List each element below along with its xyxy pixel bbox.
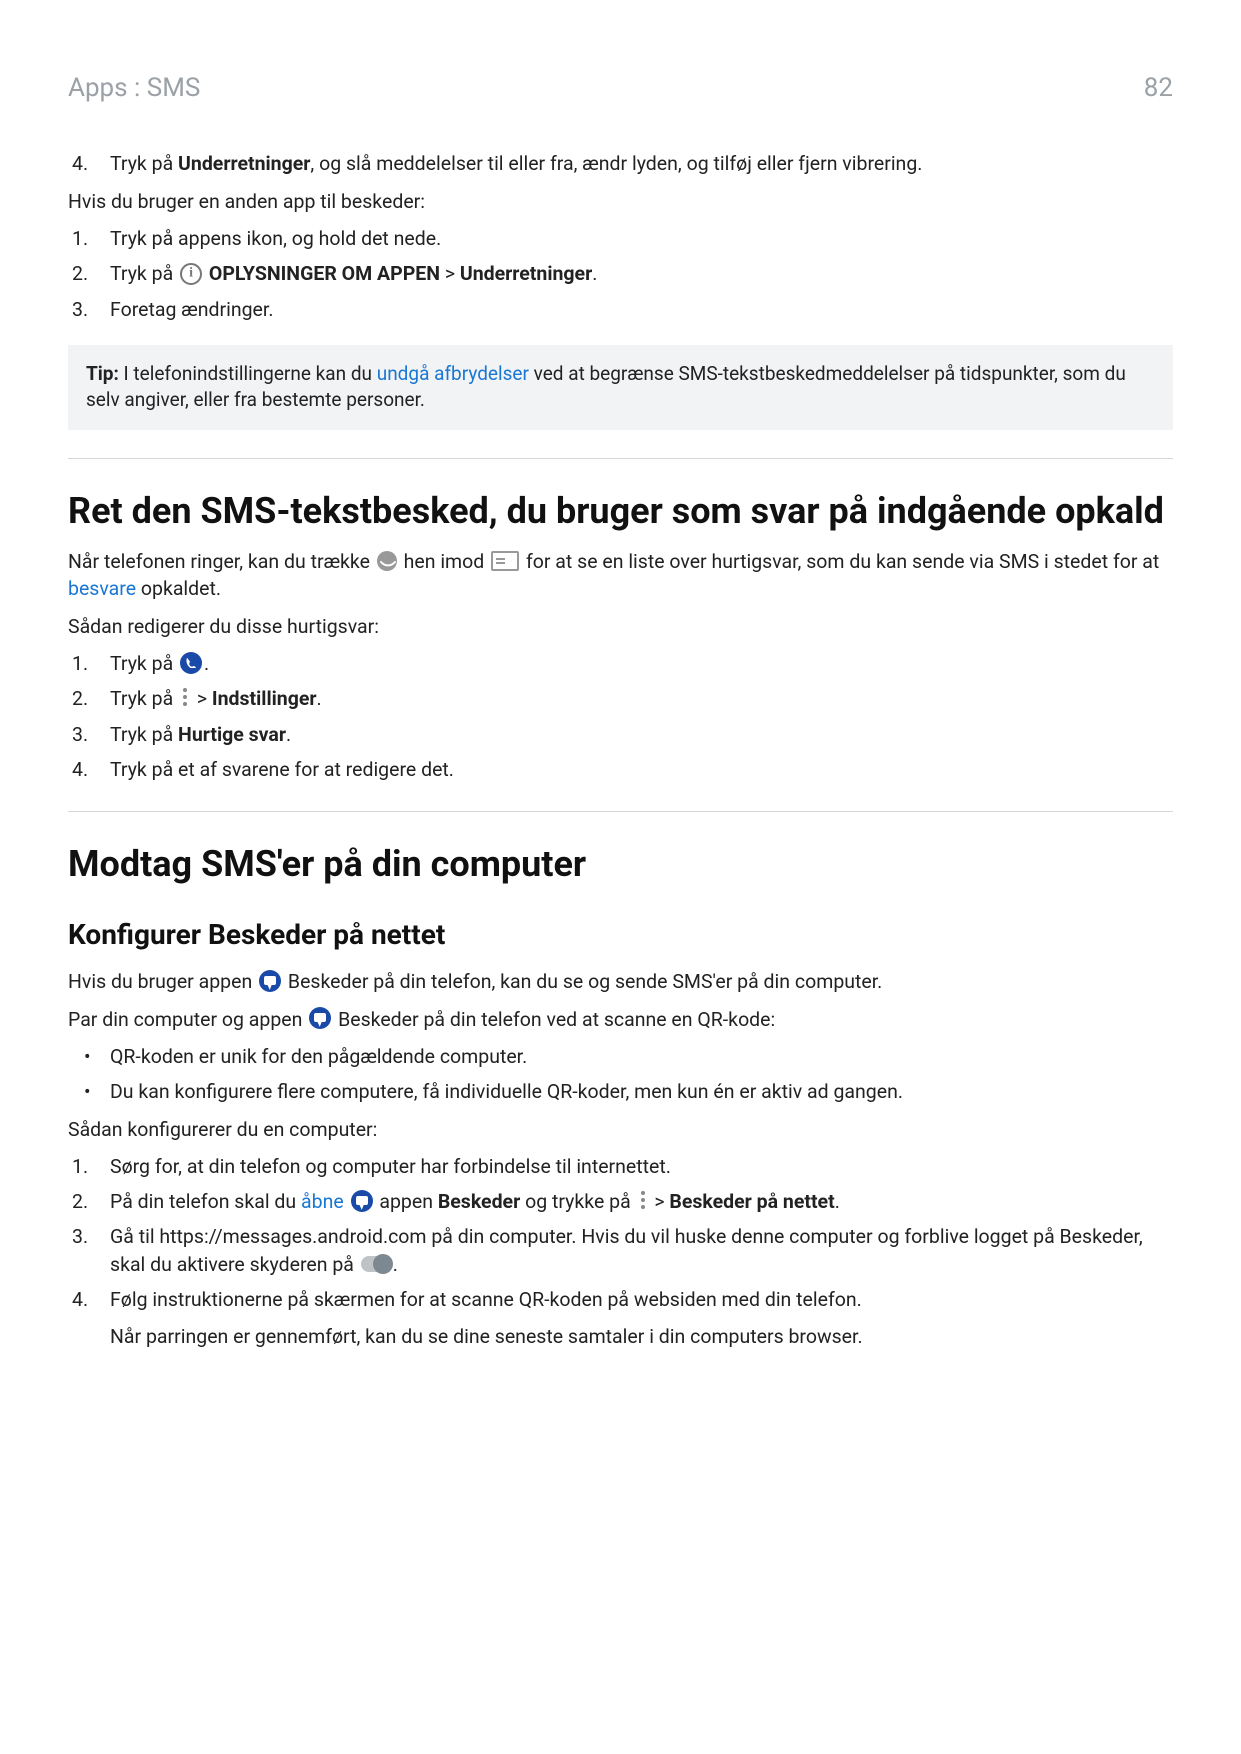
paragraph: Når telefonen ringer, kan du trække hen … [68, 548, 1173, 603]
other-app-steps: Tryk på appens ikon, og hold det nede. T… [68, 225, 1173, 323]
messages-app-icon [351, 1190, 373, 1212]
list-item: Tryk på appens ikon, og hold det nede. [68, 225, 1173, 252]
paragraph: Hvis du bruger en anden app til beskeder… [68, 188, 1173, 215]
continued-list: Tryk på Underretninger, og slå meddelels… [68, 150, 1173, 177]
list-item: Tryk på > Indstillinger. [68, 685, 1173, 712]
link-avoid-interruptions[interactable]: undgå afbrydelser [377, 362, 529, 385]
list-item: Foretag ændringer. [68, 296, 1173, 323]
subsection-title: Konfigurer Beskeder på nettet [68, 915, 1173, 954]
list-item: Følg instruktionerne på skærmen for at s… [68, 1286, 1173, 1351]
quick-reply-steps: Tryk på . Tryk på > Indstillinger. Tryk … [68, 650, 1173, 783]
paragraph: Når parringen er gennemført, kan du se d… [110, 1323, 1173, 1350]
page: Apps : SMS 82 Tryk på Underretninger, og… [0, 0, 1241, 1754]
list-item: QR-koden er unik for den pågældende comp… [68, 1043, 1173, 1070]
paragraph: Sådan redigerer du disse hurtigsvar: [68, 613, 1173, 640]
tip-label: Tip: [86, 362, 119, 385]
list-item: Tryk på OPLYSNINGER OM APPEN > Underretn… [68, 260, 1173, 287]
divider [68, 458, 1173, 459]
phone-app-icon [180, 652, 202, 674]
paragraph: Hvis du bruger appen Beskeder på din tel… [68, 968, 1173, 995]
paragraph: Par din computer og appen Beskeder på di… [68, 1006, 1173, 1033]
list-item: Du kan konfigurere flere computere, få i… [68, 1078, 1173, 1105]
configure-computer-steps: Sørg for, at din telefon og computer har… [68, 1153, 1173, 1351]
qr-notes: QR-koden er unik for den pågældende comp… [68, 1043, 1173, 1106]
more-vert-icon [638, 1190, 648, 1210]
toggle-on-icon [361, 1256, 391, 1272]
breadcrumb: Apps : SMS [68, 70, 200, 106]
page-header: Apps : SMS 82 [68, 70, 1173, 106]
paragraph: Sådan konfigurerer du en computer: [68, 1116, 1173, 1143]
section-title: Ret den SMS-tekstbesked, du bruger som s… [68, 489, 1173, 534]
message-box-icon [491, 551, 519, 571]
list-item: Tryk på Underretninger, og slå meddelels… [68, 150, 1173, 177]
list-item: På din telefon skal du åbne appen Besked… [68, 1188, 1173, 1215]
divider [68, 811, 1173, 812]
messages-app-icon [259, 970, 281, 992]
phone-handset-icon [377, 551, 397, 571]
section-title: Modtag SMS'er på din computer [68, 842, 1173, 887]
page-number: 82 [1144, 70, 1173, 106]
link-answer[interactable]: besvare [68, 577, 136, 600]
list-item: Tryk på . [68, 650, 1173, 677]
more-vert-icon [180, 687, 190, 707]
info-icon [180, 263, 202, 285]
list-item: Sørg for, at din telefon og computer har… [68, 1153, 1173, 1180]
link-open[interactable]: åbne [301, 1190, 344, 1213]
list-item: Gå til https://messages.android.com på d… [68, 1223, 1173, 1278]
list-item: Tryk på Hurtige svar. [68, 721, 1173, 748]
tip-box: Tip: I telefonindstillingerne kan du und… [68, 345, 1173, 430]
messages-app-icon [309, 1007, 331, 1029]
list-item: Tryk på et af svarene for at redigere de… [68, 756, 1173, 783]
